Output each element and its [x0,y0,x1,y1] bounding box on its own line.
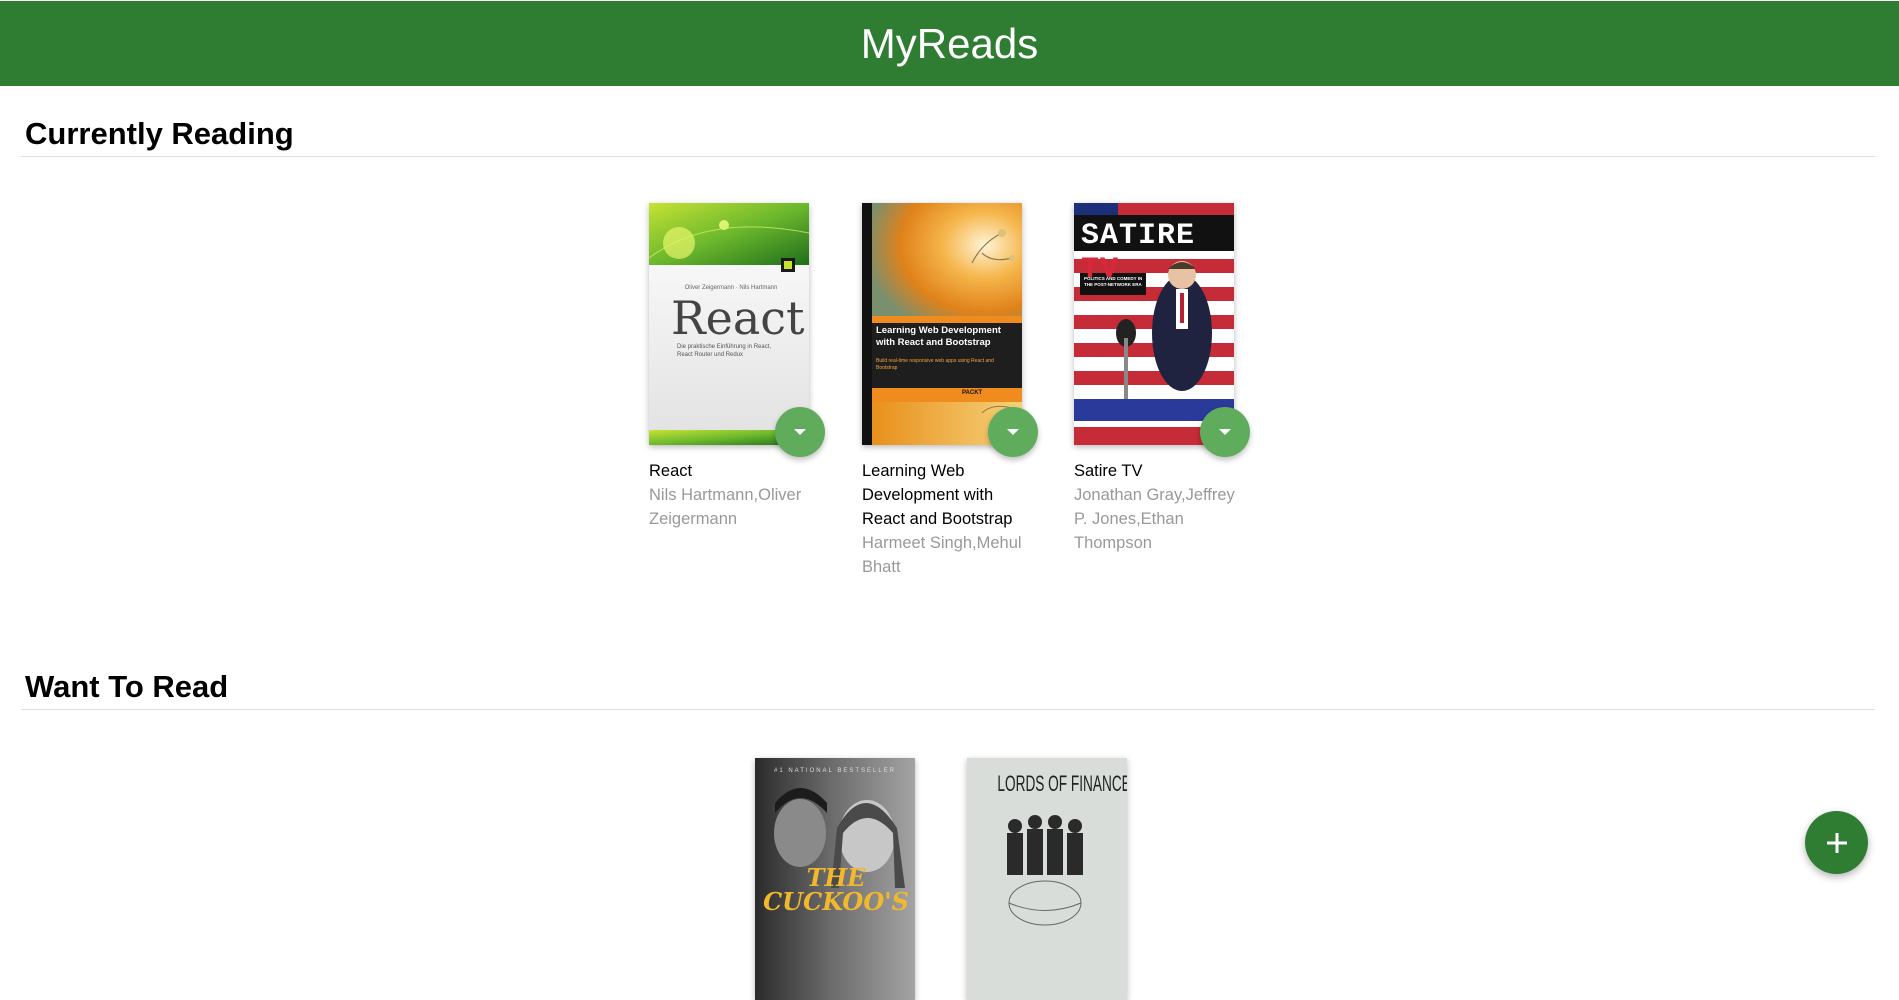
app-header: MyReads [0,1,1899,86]
triangle-down-icon [794,429,806,435]
book-cover[interactable]: Learning Web Development with React and … [862,203,1022,445]
shelf-changer-button[interactable] [988,407,1038,457]
shelf-title: Want To Read [25,669,229,704]
cover-subtitle-text: Die praktische Einführung in React, Reac… [677,344,772,358]
book-authors: Jonathan Gray,Jeffrey P. Jones,Ethan Tho… [1074,486,1235,552]
book-cover-art [862,203,1022,445]
book-title: Learning Web Development with React and … [862,462,1013,528]
cover-title-text: LORDS OF FINANCE [997,771,1127,796]
cover-title-text: Learning Web Development with React and … [876,325,1001,348]
cover-title-text: React [671,291,805,345]
book-title: Satire TV [1074,462,1143,480]
add-book-button[interactable] [1805,811,1868,874]
book-cover[interactable]: #1 NATIONAL BESTSELLER THE CUCKOO'S [755,758,915,1000]
triangle-down-icon [1007,429,1019,435]
shelf-changer-button[interactable] [775,407,825,457]
shelf-title: Currently Reading [25,116,294,151]
book-cover[interactable]: LORDS OF FINANCE [967,758,1127,1000]
cover-title-text: THE CUCKOO'S [763,863,909,916]
triangle-down-icon [1219,429,1231,435]
plus-icon [1826,832,1847,853]
book-authors: Harmeet Singh,Mehul Bhatt [862,534,1022,576]
cover-badge-text: #1 NATIONAL BESTSELLER [773,768,897,774]
shelf-divider [21,709,1875,710]
book-cover[interactable]: SATIRE TV POLITICS AND COMEDY IN THE POS… [1074,203,1234,445]
cover-subtitle-text: POLITICS AND COMEDY IN THE POST-NETWORK … [1084,276,1143,287]
cover-subtitle-text: Build real-time responsive web apps usin… [876,358,994,371]
book-cover[interactable]: Oliver Zeigermann · Nils Hartmann React … [649,203,809,445]
book-title: React [649,462,693,480]
book-authors: Nils Hartmann,Oliver Zeigermann [649,486,802,528]
shelf-changer-button[interactable] [1200,407,1250,457]
cover-publisher-text: PACKT [962,390,983,396]
shelf-divider [21,156,1875,157]
app-title: MyReads [860,19,1039,67]
